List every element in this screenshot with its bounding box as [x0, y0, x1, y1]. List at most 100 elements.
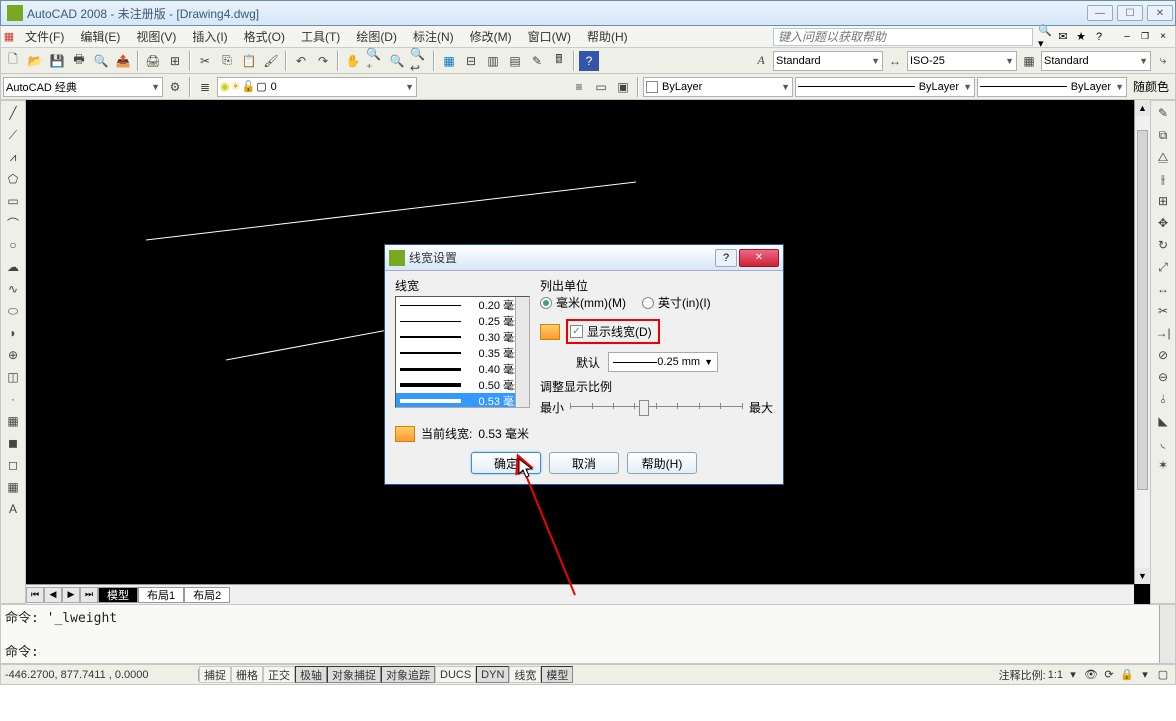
join-icon[interactable]: ⫰: [1153, 389, 1173, 409]
lineweight-option[interactable]: 0.20 毫米: [396, 297, 529, 313]
doc-restore-button[interactable]: ❐: [1137, 29, 1153, 45]
rotate-icon[interactable]: ↻: [1153, 235, 1173, 255]
anno-visibility-icon[interactable]: 👁: [1083, 667, 1099, 683]
array-icon[interactable]: ⊞: [1153, 191, 1173, 211]
open-icon[interactable]: 📂: [25, 51, 45, 71]
menu-window[interactable]: 窗口(W): [520, 28, 579, 45]
publish-icon[interactable]: 📤: [113, 51, 133, 71]
revcloud-icon[interactable]: ☁: [3, 257, 23, 277]
lineweight-option[interactable]: 0.53 毫米: [396, 393, 529, 408]
break-icon[interactable]: ⊘: [1153, 345, 1173, 365]
textstyle-combo[interactable]: Standard▼: [773, 51, 883, 71]
status-tray-icon[interactable]: ▾: [1137, 667, 1153, 683]
print-icon[interactable]: 🖶: [69, 51, 89, 71]
dimstyle-combo[interactable]: ISO-25▼: [907, 51, 1017, 71]
pan-icon[interactable]: ✋: [343, 51, 363, 71]
clean-screen-icon[interactable]: ▢: [1155, 667, 1171, 683]
lineweight-option[interactable]: 0.50 毫米: [396, 377, 529, 393]
menu-dimension[interactable]: 标注(N): [405, 28, 462, 45]
toolpalette-icon[interactable]: ▥: [483, 51, 503, 71]
ellipse-icon[interactable]: ⬭: [3, 301, 23, 321]
tablestyle-combo[interactable]: Standard▼: [1041, 51, 1151, 71]
sheetset2-icon[interactable]: ▤: [505, 51, 525, 71]
menu-edit[interactable]: 编辑(E): [72, 28, 128, 45]
rectangle-icon[interactable]: ▭: [3, 191, 23, 211]
osnap-button[interactable]: 对象捕捉: [327, 666, 381, 683]
menu-modify[interactable]: 修改(M): [462, 28, 520, 45]
scale-icon[interactable]: ⤢: [1153, 257, 1173, 277]
tab-first-button[interactable]: ⏮: [26, 587, 44, 603]
chamfer-icon[interactable]: ◣: [1153, 411, 1173, 431]
polar-button[interactable]: 极轴: [295, 666, 327, 683]
workspace-combo[interactable]: AutoCAD 经典▼: [3, 77, 163, 97]
lineweight-option[interactable]: 0.30 毫米: [396, 329, 529, 345]
menu-format[interactable]: 格式(O): [236, 28, 293, 45]
v-scrollbar[interactable]: ▲ ▼: [1134, 100, 1150, 584]
quickcalc-icon[interactable]: 🖩: [549, 51, 569, 71]
ok-button[interactable]: 确定: [471, 452, 541, 474]
ellipse-arc-icon[interactable]: ◗: [3, 323, 23, 343]
mirror-icon[interactable]: ⧋: [1153, 147, 1173, 167]
sheetset-icon[interactable]: ⊞: [165, 51, 185, 71]
move-icon[interactable]: ✥: [1153, 213, 1173, 233]
color-combo[interactable]: ByLayer▼: [643, 77, 793, 97]
default-lineweight-combo[interactable]: 0.25 mm ▼: [608, 352, 718, 372]
properties-icon[interactable]: ▦: [439, 51, 459, 71]
offset-icon[interactable]: ⫲: [1153, 169, 1173, 189]
help-icon[interactable]: ?: [1091, 29, 1107, 45]
point-icon[interactable]: ·: [3, 389, 23, 409]
line-icon[interactable]: ╱: [3, 103, 23, 123]
minimize-button[interactable]: —: [1087, 5, 1113, 21]
help-search-input[interactable]: [773, 28, 1033, 46]
close-button[interactable]: ✕: [1147, 5, 1173, 21]
redo-icon[interactable]: ↷: [313, 51, 333, 71]
layer-iso-icon[interactable]: ▣: [613, 77, 633, 97]
tab-last-button[interactable]: ⏭: [80, 587, 98, 603]
explode-icon[interactable]: ✶: [1153, 455, 1173, 475]
polyline-icon[interactable]: ⩘: [3, 147, 23, 167]
dialog-titlebar[interactable]: 线宽设置 ? ✕: [385, 245, 783, 271]
linetype-combo[interactable]: ByLayer▼: [795, 77, 975, 97]
ortho-button[interactable]: 正交: [263, 666, 295, 683]
markup-icon[interactable]: ✎: [527, 51, 547, 71]
spline-icon[interactable]: ∿: [3, 279, 23, 299]
polygon-icon[interactable]: ⬠: [3, 169, 23, 189]
break2-icon[interactable]: ⊖: [1153, 367, 1173, 387]
help2-icon[interactable]: ?: [579, 51, 599, 71]
fillet-icon[interactable]: ◟: [1153, 433, 1173, 453]
table-style-icon[interactable]: ▦: [1019, 51, 1039, 71]
hatch-icon[interactable]: ▦: [3, 411, 23, 431]
zoom-win-icon[interactable]: 🔍: [387, 51, 407, 71]
tab-model[interactable]: 模型: [98, 587, 138, 603]
comm-center-icon[interactable]: ✉: [1055, 29, 1071, 45]
new-icon[interactable]: 🗋: [3, 51, 23, 71]
stretch-icon[interactable]: ↔: [1153, 279, 1173, 299]
tab-layout1[interactable]: 布局1: [138, 587, 184, 603]
cut-icon[interactable]: ✂: [195, 51, 215, 71]
zoom-rt-icon[interactable]: 🔍⁺: [365, 51, 385, 71]
menu-file[interactable]: 文件(F): [17, 28, 72, 45]
lineweight-option[interactable]: 0.25 毫米: [396, 313, 529, 329]
plot-icon[interactable]: 🖨: [143, 51, 163, 71]
cancel-button[interactable]: 取消: [549, 452, 619, 474]
maximize-button[interactable]: ☐: [1117, 5, 1143, 21]
mtext-icon[interactable]: A: [3, 499, 23, 519]
region-icon[interactable]: ◻: [3, 455, 23, 475]
annoscale-value[interactable]: 1:1: [1048, 669, 1063, 681]
block-icon[interactable]: ◫: [3, 367, 23, 387]
trim-icon[interactable]: ✂: [1153, 301, 1173, 321]
designcenter-icon[interactable]: ⊟: [461, 51, 481, 71]
insert-icon[interactable]: ⊕: [3, 345, 23, 365]
dyn-button[interactable]: DYN: [476, 666, 509, 683]
layer-mgr-icon[interactable]: ≣: [195, 77, 215, 97]
otrack-button[interactable]: 对象追踪: [381, 666, 435, 683]
radio-mm[interactable]: 毫米(mm)(M): [540, 294, 626, 311]
menu-view[interactable]: 视图(V): [128, 28, 184, 45]
zoom-prev-icon[interactable]: 🔍↩: [409, 51, 429, 71]
lineweight-list[interactable]: 0.20 毫米0.25 毫米0.30 毫米0.35 毫米0.40 毫米0.50 …: [395, 296, 530, 408]
matchprop-icon[interactable]: 🖌: [261, 51, 281, 71]
workspace-settings-icon[interactable]: ⚙: [165, 77, 185, 97]
extend-icon[interactable]: →|: [1153, 323, 1173, 343]
snap-button[interactable]: 捕捉: [199, 666, 231, 683]
erase-icon[interactable]: ✎: [1153, 103, 1173, 123]
